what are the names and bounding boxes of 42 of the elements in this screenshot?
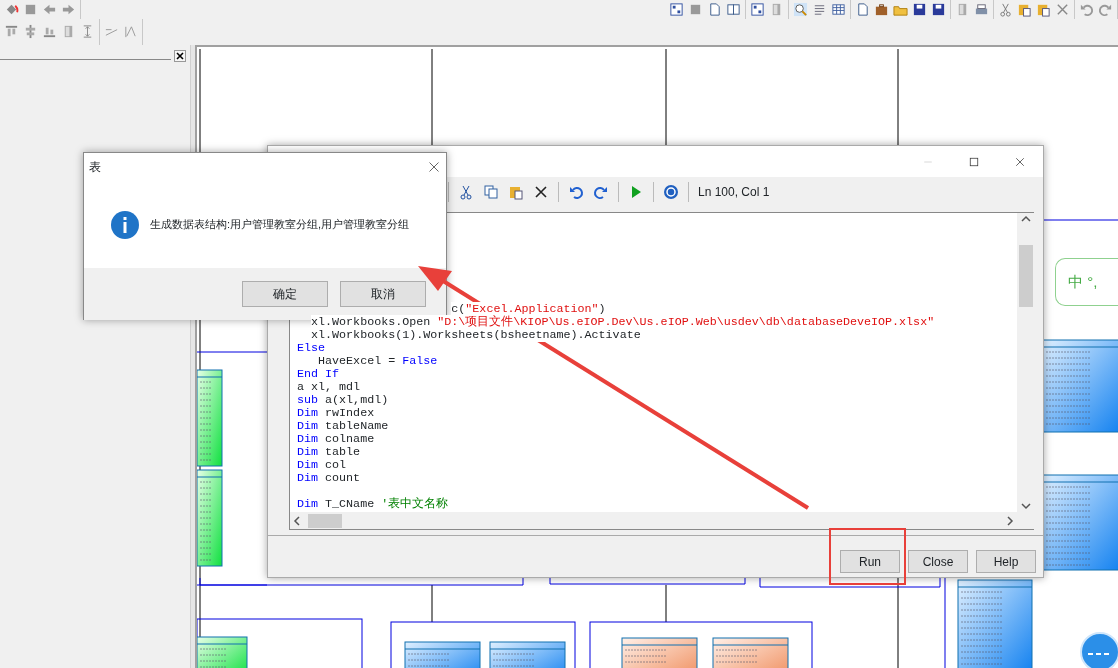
help-icon[interactable] [663, 184, 679, 200]
scissors-icon[interactable] [458, 184, 474, 200]
document-icon[interactable] [707, 1, 722, 17]
printer-icon[interactable] [974, 1, 989, 17]
grid-icon[interactable] [831, 1, 846, 17]
maximize-icon[interactable] [968, 155, 980, 168]
code-line: sub a(xl,mdl) [297, 394, 389, 407]
scrollbar-thumb[interactable] [1018, 245, 1033, 307]
dialog-button[interactable]: Run [840, 550, 900, 574]
code-line: Dim col [297, 459, 347, 472]
save-icon[interactable] [912, 1, 927, 17]
diagram-icon[interactable] [669, 1, 684, 17]
copy-icon[interactable] [483, 184, 499, 200]
scroll-down-icon[interactable] [1020, 500, 1031, 512]
scissors-icon[interactable] [998, 1, 1013, 17]
message-text: 生成数据表结构:用户管理教室分组,用户管理教室分组 [150, 217, 410, 233]
document-icon[interactable] [855, 1, 870, 17]
code-line: c("Excel.Application") [450, 303, 606, 316]
window-title: 表 [89, 159, 101, 176]
code-line: Dim T_CName '表中文名称 [297, 498, 449, 511]
horizontal-scrollbar[interactable] [290, 512, 1034, 529]
angle-icon[interactable] [123, 24, 138, 40]
undo-icon[interactable] [568, 184, 584, 200]
dialog-button[interactable]: Close [908, 550, 968, 574]
dialog-button[interactable]: 取消 [340, 281, 426, 307]
delete-icon[interactable] [533, 184, 549, 200]
magnifier-icon[interactable] [793, 1, 808, 17]
callout-note: 中 °, [1055, 258, 1118, 306]
align-center-icon[interactable] [23, 24, 38, 40]
close-icon[interactable] [174, 50, 186, 62]
info-icon [110, 209, 140, 240]
clipboard-icon[interactable] [508, 184, 524, 200]
save-icon[interactable] [931, 1, 946, 17]
two-pages-icon[interactable] [726, 1, 741, 17]
redo-icon[interactable] [593, 184, 609, 200]
briefcase-icon[interactable] [874, 1, 889, 17]
diagram-icon[interactable] [750, 1, 765, 17]
scrollbar-thumb[interactable] [308, 513, 342, 528]
code-line: xl.Workbooks.Open "D:\项目文件\KIOP\Us.eIOP.Dev\Us.eIOP.Web\usdev\db\databaseDeveIOP.xlsx" [310, 316, 935, 329]
dialog-button[interactable]: Help [976, 550, 1036, 574]
dialog-button[interactable]: 确定 [242, 281, 328, 307]
cursor-position: Ln 100, Col 1 [698, 184, 770, 201]
